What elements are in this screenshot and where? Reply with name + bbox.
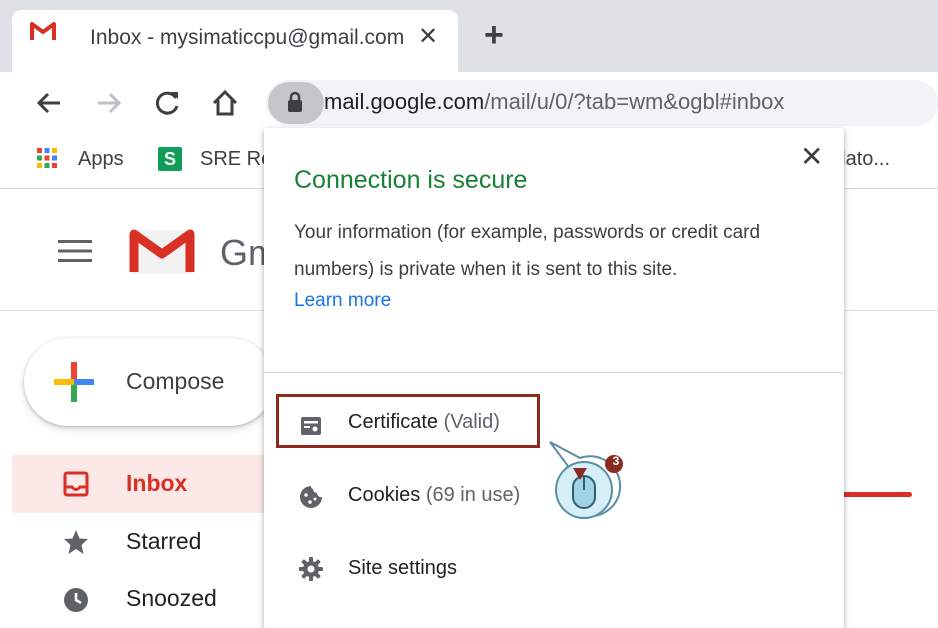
url-path: /mail/u/0/?tab=wm&ogbl#inbox: [484, 89, 785, 114]
popup-description: Your information (for example, passwords…: [294, 222, 761, 280]
url-host: mail.google.com: [324, 89, 485, 114]
arrow-right-icon[interactable]: [94, 88, 124, 118]
gmail-m-icon: [30, 22, 56, 40]
learn-more-link[interactable]: Learn more: [294, 290, 391, 312]
tab-title: Inbox - mysimaticcpu@gmail.com: [90, 26, 405, 49]
cookies-label: Cookies: [348, 484, 421, 506]
cookies-item[interactable]: Cookies (69 in use): [348, 484, 520, 507]
home-icon[interactable]: [210, 88, 240, 118]
inbox-icon: [63, 471, 89, 497]
nav-label-starred[interactable]: Starred: [126, 528, 201, 555]
close-icon[interactable]: ✕: [800, 140, 823, 173]
new-tab-button[interactable]: +: [484, 16, 504, 55]
sre-favicon-icon: S: [158, 147, 182, 171]
site-settings-item[interactable]: Site settings: [348, 557, 457, 580]
certificate-highlight-box: [276, 394, 540, 448]
right-divider: [840, 310, 938, 311]
gmail-logo-icon[interactable]: [128, 226, 196, 276]
popup-title: Connection is secure: [294, 166, 528, 194]
nav-label-inbox: Inbox: [126, 470, 188, 496]
reload-icon[interactable]: [152, 88, 182, 118]
star-icon[interactable]: [62, 528, 90, 556]
url-text[interactable]: mail.google.com/mail/u/0/?tab=wm&ogbl#in…: [324, 89, 784, 115]
mouse-click-callout-icon: [549, 441, 623, 519]
progress-accent-bar: [838, 492, 912, 497]
arrow-left-icon[interactable]: [34, 88, 64, 118]
hamburger-menu-icon[interactable]: [58, 238, 92, 264]
step-number-badge: 3: [612, 454, 620, 468]
lock-icon: [288, 91, 302, 112]
cookies-count: (69 in use): [425, 484, 521, 506]
compose-label: Compose: [126, 368, 225, 394]
apps-grid-icon[interactable]: [36, 147, 58, 169]
nav-label-snoozed[interactable]: Snoozed: [126, 585, 217, 612]
cookie-icon: [300, 486, 322, 508]
popup-divider: [264, 372, 844, 373]
bookmark-sre[interactable]: SRE Re: [200, 148, 272, 171]
compose-plus-icon: [54, 362, 94, 402]
tab-close-icon[interactable]: ✕: [418, 22, 438, 51]
clock-icon[interactable]: [62, 586, 90, 614]
bookmark-apps[interactable]: Apps: [78, 148, 124, 171]
gear-icon: [299, 557, 323, 581]
site-info-popup: [264, 128, 844, 628]
